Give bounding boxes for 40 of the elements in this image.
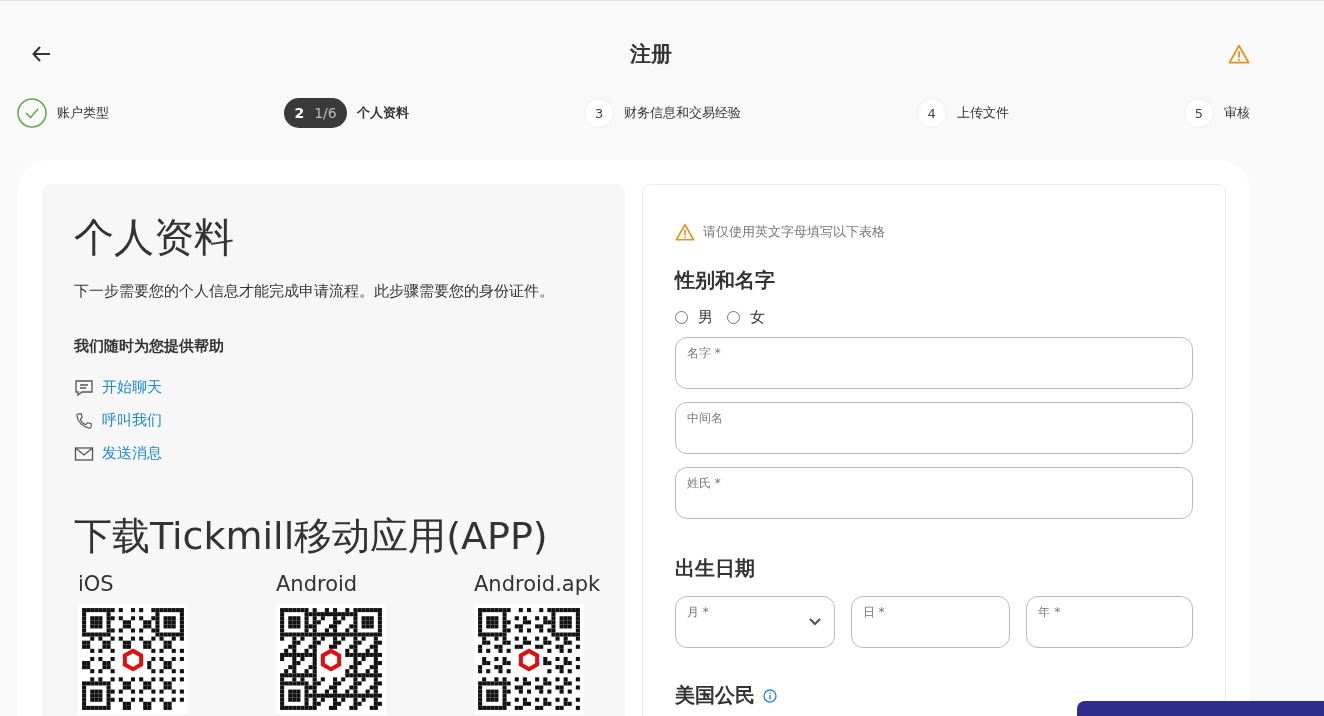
- help-link[interactable]: 发送消息: [102, 444, 162, 463]
- platform-label: Android.apk: [474, 572, 600, 596]
- input-field[interactable]: 中间名: [675, 402, 1193, 454]
- step-label: 账户类型: [57, 104, 109, 122]
- help-link[interactable]: 开始聊天: [102, 378, 162, 397]
- platform-label: iOS: [78, 572, 115, 596]
- step-progress-badge: 2 1/6: [284, 98, 347, 128]
- step-label: 上传文件: [956, 104, 1009, 122]
- section-title: 个人资料: [74, 213, 235, 262]
- section-heading: 出生日期: [675, 555, 756, 582]
- input-field[interactable]: 年 *: [1026, 596, 1193, 648]
- mail-icon: [74, 444, 94, 463]
- dropdown-field[interactable]: 月 *: [675, 596, 835, 648]
- platform-label: Android: [276, 572, 359, 596]
- section-heading: 性别和名字: [675, 267, 776, 294]
- step-number: 3: [584, 98, 615, 128]
- radio-label[interactable]: 女: [750, 308, 765, 327]
- chevron-down-icon: [807, 617, 822, 627]
- step-label: 审核: [1223, 104, 1250, 122]
- description-text: 下一步需要您的个人信息才能完成申请流程。此步骤需要您的身份证件。: [74, 281, 555, 302]
- step-number: 5: [1183, 98, 1214, 128]
- input-field[interactable]: 名字 *: [675, 337, 1193, 389]
- app-download-title: 下载Tickmill移动应用(APP): [74, 513, 549, 560]
- section-heading: 美国公民: [675, 682, 755, 709]
- input-field[interactable]: 姓氏 *: [675, 467, 1193, 519]
- warning-icon: [675, 223, 695, 241]
- input-field[interactable]: 日 *: [850, 596, 1011, 648]
- chat-icon: [74, 378, 94, 397]
- page-title: 注册: [630, 41, 672, 68]
- help-link[interactable]: 呼叫我们: [102, 411, 162, 430]
- help-title: 我们随时为您提供帮助: [74, 337, 225, 356]
- checkmark-icon: [17, 98, 47, 128]
- step-label: 个人资料: [356, 104, 409, 122]
- step-label: 财务信息和交易经验: [624, 104, 742, 122]
- warning-icon: [1228, 44, 1250, 64]
- info-icon[interactable]: [763, 688, 777, 703]
- phone-icon: [74, 411, 94, 430]
- radio-label[interactable]: 男: [698, 308, 713, 327]
- step-number: 4: [916, 98, 947, 128]
- notice-text: 请仅使用英文字母填写以下表格: [703, 223, 885, 241]
